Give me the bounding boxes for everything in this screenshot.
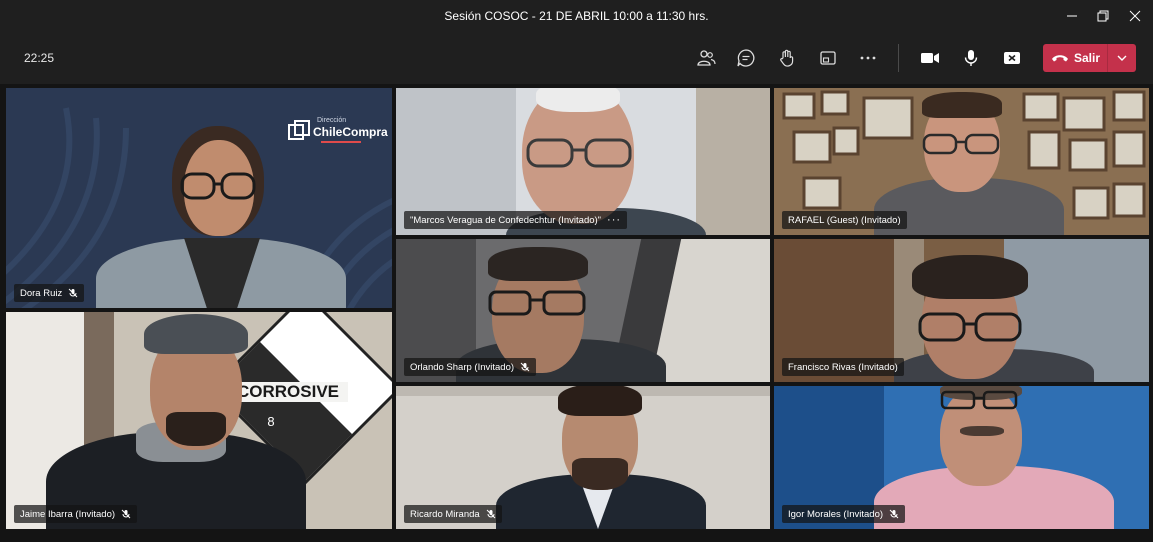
participant-name-tag: "Marcos Veragua de Confedechtur (Invitad… [404, 211, 628, 229]
video-tile-dora-ruiz[interactable]: Dirección ChileCompra Dora Ruiz [6, 88, 392, 308]
participant-name: RAFAEL (Guest) (Invitado) [788, 214, 901, 226]
video-tile-ricardo-miranda[interactable]: Ricardo Miranda [396, 386, 770, 529]
leave-options-dropdown[interactable] [1108, 44, 1136, 72]
minimize-button[interactable] [1057, 4, 1087, 28]
participant-name: Francisco Rivas (Invitado) [788, 361, 898, 373]
chat-button[interactable] [731, 44, 761, 72]
participant-name: Jaime Ibarra (Invitado) [20, 508, 116, 520]
ellipsis-icon [860, 56, 876, 60]
participant-name-tag: Igor Morales (Invitado) [782, 505, 906, 523]
participant-hair [912, 255, 1028, 299]
raise-hand-icon [780, 49, 794, 67]
glasses-icon [940, 390, 1018, 410]
toolbar-divider [898, 44, 899, 72]
participant-name: Orlando Sharp (Invitado) [410, 361, 515, 373]
participant-name-tag: Francisco Rivas (Invitado) [782, 358, 904, 376]
participant-name: Ricardo Miranda [410, 508, 480, 520]
participant-name-tag: Jaime Ibarra (Invitado) [14, 505, 138, 523]
glasses-icon [918, 312, 1022, 342]
share-screen-icon [820, 51, 836, 65]
camera-toggle-button[interactable] [915, 44, 945, 72]
mic-muted-icon [889, 509, 899, 519]
more-actions-button[interactable] [853, 44, 883, 72]
participant-beard [166, 412, 226, 446]
logo-underline [321, 141, 361, 143]
hazard-sign-text: CORROSIVE [228, 382, 348, 402]
close-window-button[interactable] [1120, 4, 1150, 28]
glasses-icon [488, 290, 586, 316]
leave-label: Salir [1074, 51, 1101, 65]
video-stage: Dirección ChileCompra Dora Ruiz "Marcos … [0, 84, 1153, 542]
microphone-icon [964, 50, 978, 66]
restore-icon [1097, 10, 1109, 22]
participant-beard [572, 458, 628, 490]
participant-cap [144, 314, 248, 354]
meeting-toolbar: 22:25 Salir [0, 32, 1153, 84]
chat-icon [737, 49, 755, 67]
participant-name-tag: Orlando Sharp (Invitado) [404, 358, 537, 376]
hazard-sign-number: 8 [267, 414, 275, 429]
stop-share-icon [1004, 52, 1020, 64]
meeting-timer: 22:25 [24, 51, 55, 65]
participant-moustache [960, 426, 1004, 436]
participant-hair [488, 247, 588, 281]
video-tile-marcos-veragua[interactable]: "Marcos Veragua de Confedechtur (Invitad… [396, 88, 770, 235]
glasses-icon [526, 138, 632, 168]
participant-name-tag: Ricardo Miranda [404, 505, 502, 523]
glasses-icon [180, 172, 256, 200]
background-wall [696, 88, 770, 235]
participant-name: "Marcos Veragua de Confedechtur (Invitad… [410, 214, 602, 226]
participant-hair [536, 88, 620, 112]
mic-muted-icon [68, 288, 78, 298]
people-icon [697, 50, 716, 66]
title-bar: Sesión COSOC - 21 DE ABRIL 10:00 a 11:30… [0, 0, 1153, 32]
video-camera-icon [921, 53, 939, 63]
video-tile-jaime-ibarra[interactable]: CORROSIVE 8 Jaime Ibarra (Invitado) [6, 312, 392, 529]
logo-line2: ChileCompra [313, 125, 388, 139]
leave-button[interactable]: Salir [1043, 44, 1136, 72]
chilecompra-logo: Dirección ChileCompra [287, 116, 388, 148]
microphone-toggle-button[interactable] [956, 44, 986, 72]
mic-muted-icon [486, 509, 496, 519]
mic-muted-icon [520, 362, 530, 372]
close-icon [1129, 10, 1141, 22]
participant-hair [922, 92, 1002, 118]
chevron-down-icon [1117, 55, 1127, 61]
participant-name: Dora Ruiz [20, 287, 63, 299]
video-tile-rafael[interactable]: RAFAEL (Guest) (Invitado) [774, 88, 1149, 235]
participant-name-tag: RAFAEL (Guest) (Invitado) [782, 211, 907, 229]
more-options-icon[interactable]: ··· [607, 214, 621, 226]
video-tile-igor-morales[interactable]: Igor Morales (Invitado) [774, 386, 1149, 529]
video-tile-francisco-rivas[interactable]: Francisco Rivas (Invitado) [774, 239, 1149, 382]
participant-name-tag: Dora Ruiz [14, 284, 85, 302]
stop-sharing-button[interactable] [997, 44, 1027, 72]
mic-muted-icon [121, 509, 131, 519]
reactions-button[interactable] [772, 44, 802, 72]
leave-main-action[interactable]: Salir [1043, 44, 1107, 72]
logo-mark-icon [288, 120, 310, 140]
participant-name: Igor Morales (Invitado) [788, 508, 884, 520]
logo-line1: Dirección [317, 117, 347, 124]
share-screen-button[interactable] [813, 44, 843, 72]
window-title: Sesión COSOC - 21 DE ABRIL 10:00 a 11:30… [444, 9, 709, 23]
participant-hair [558, 386, 642, 416]
hang-up-phone-icon [1052, 55, 1068, 62]
video-tile-orlando-sharp[interactable]: Orlando Sharp (Invitado) [396, 239, 770, 382]
minimize-icon [1067, 15, 1077, 17]
glasses-icon [922, 133, 1000, 155]
restore-button[interactable] [1088, 4, 1118, 28]
participants-button[interactable] [691, 44, 721, 72]
